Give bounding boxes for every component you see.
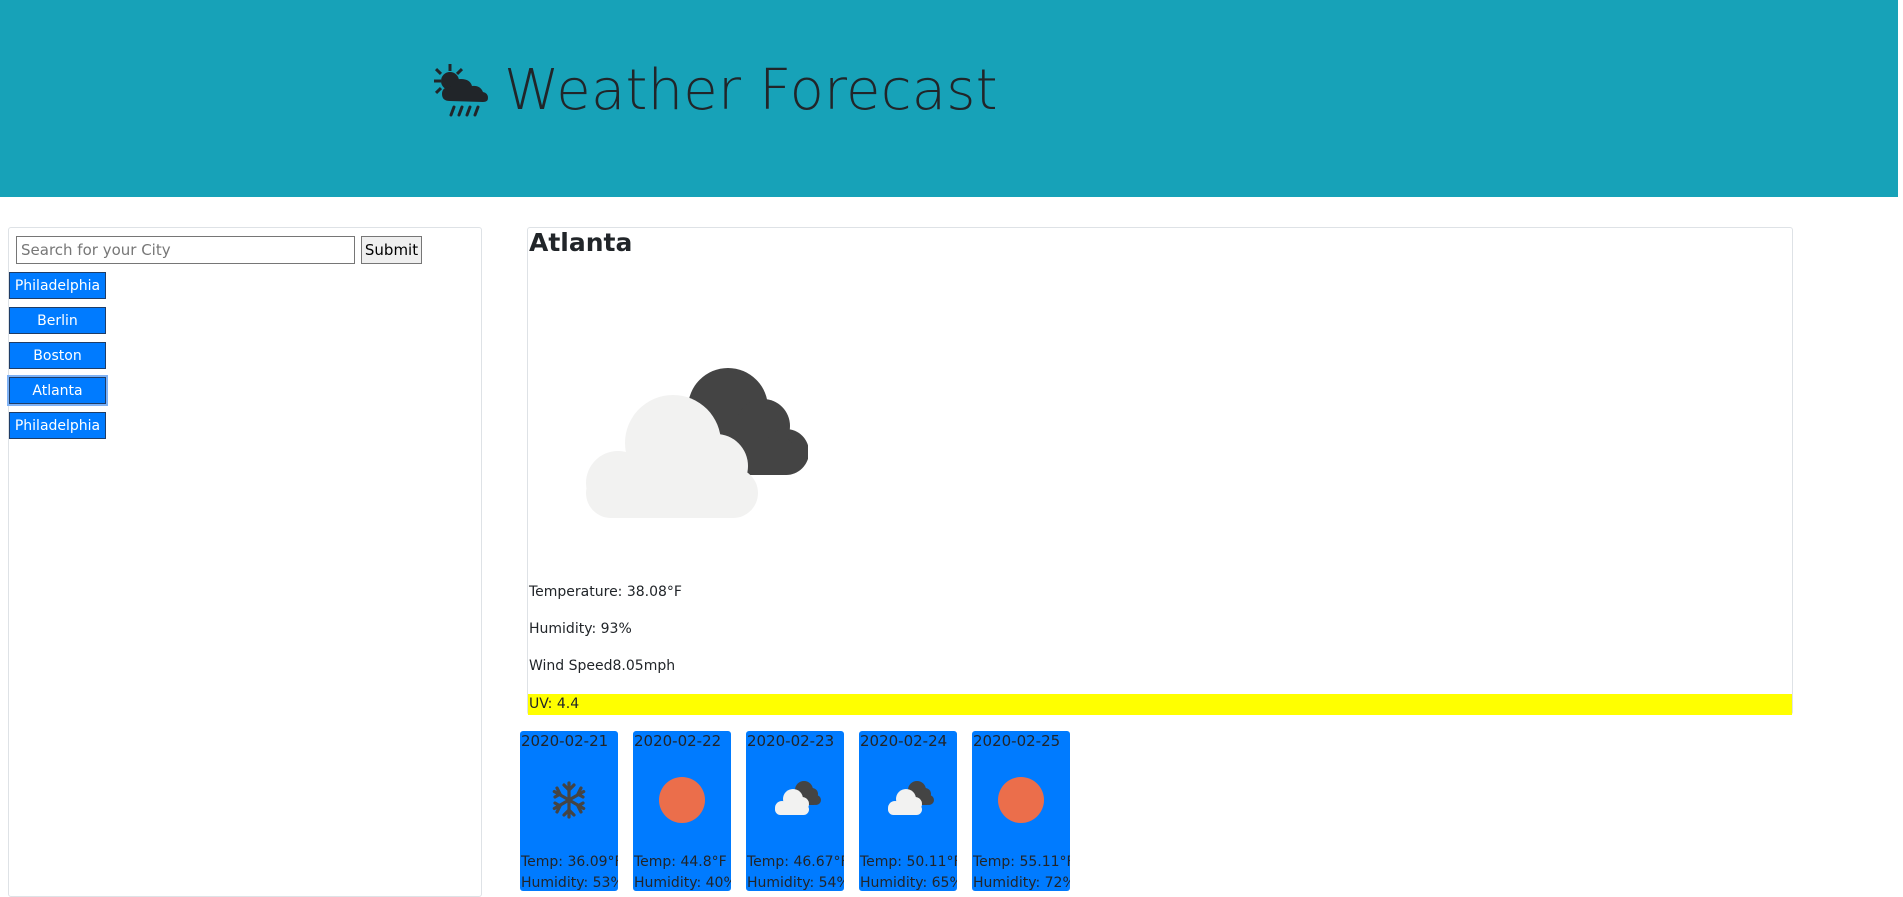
current-humidity: Humidity: 93% — [529, 621, 632, 637]
submit-button[interactable]: Submit — [361, 236, 422, 264]
forecast-date: 2020-02-23 — [747, 732, 835, 750]
search-form: Submit — [16, 236, 422, 264]
forecast-humidity: Humidity: 53% — [521, 875, 618, 891]
forecast-humidity: Humidity: 54% — [747, 875, 844, 891]
forecast-card: 2020-02-24 Temp: 50.11°F Humidity: 65% — [859, 731, 957, 891]
forecast-temp: Temp: 36.09°F — [521, 854, 618, 870]
forecast-temp: Temp: 44.8°F — [634, 854, 727, 870]
forecast-temp: Temp: 55.11°F — [973, 854, 1070, 870]
current-city-name: Atlanta — [529, 228, 633, 257]
current-wind-speed: Wind Speed8.05mph — [529, 658, 676, 674]
forecast-date: 2020-02-21 — [521, 732, 609, 750]
forecast-date: 2020-02-24 — [860, 732, 948, 750]
sun-icon — [998, 777, 1044, 823]
current-temperature: Temperature: 38.08°F — [529, 584, 682, 600]
search-history-list: Philadelphia Berlin Boston Atlanta Phila… — [7, 272, 108, 447]
forecast-card: 2020-02-22 Temp: 44.8°F Humidity: 40% — [633, 731, 731, 891]
forecast-temp: Temp: 46.67°F — [747, 854, 844, 870]
snowflake-icon — [552, 781, 586, 819]
header-banner: Weather Forecast — [0, 0, 1898, 197]
forecast-humidity: Humidity: 72% — [973, 875, 1070, 891]
page-title: Weather Forecast — [504, 58, 998, 123]
uv-index-bar: UV: 4.4 — [528, 694, 1792, 715]
sun-icon — [659, 777, 705, 823]
cloudy-night-icon — [775, 781, 821, 815]
page-title-group: Weather Forecast — [428, 58, 998, 123]
search-sidebar: Submit Philadelphia Berlin Boston Atlant… — [7, 227, 482, 897]
search-input[interactable] — [16, 236, 355, 264]
history-city-button[interactable]: Berlin — [9, 307, 106, 334]
forecast-humidity: Humidity: 40% — [634, 875, 731, 891]
cloudy-night-icon — [888, 781, 934, 815]
forecast-card: 2020-02-23 Temp: 46.67°F Humidity: 54% — [746, 731, 844, 891]
forecast-date: 2020-02-22 — [634, 732, 722, 750]
current-weather-card: Atlanta Temperature: 38.08°F Humidity: 9… — [527, 227, 1793, 715]
forecast-temp: Temp: 50.11°F — [860, 854, 957, 870]
sun-cloud-rain-icon — [434, 63, 488, 116]
forecast-date: 2020-02-25 — [973, 732, 1061, 750]
history-city-button[interactable]: Atlanta — [7, 375, 108, 406]
forecast-card: 2020-02-21 Temp: 36.09°F Humidity: 53% — [520, 731, 618, 891]
history-city-button[interactable]: Philadelphia — [9, 412, 106, 439]
history-city-button[interactable]: Philadelphia — [9, 272, 106, 299]
cloudy-night-icon — [586, 368, 808, 518]
forecast-humidity: Humidity: 65% — [860, 875, 957, 891]
forecast-card: 2020-02-25 Temp: 55.11°F Humidity: 72% — [972, 731, 1070, 891]
five-day-forecast: 2020-02-21 Temp: 36.09°F Humidity: 53% 2… — [520, 731, 1085, 891]
history-city-button[interactable]: Boston — [9, 342, 106, 369]
